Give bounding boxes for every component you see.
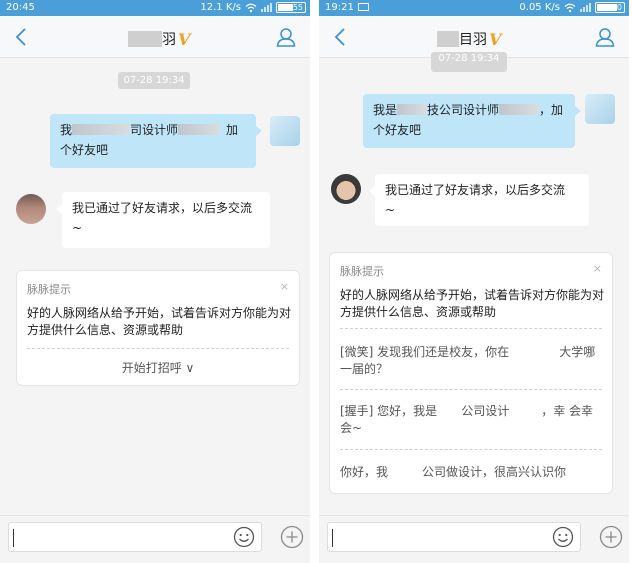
divider bbox=[340, 449, 602, 450]
input-bar bbox=[319, 515, 629, 557]
suggestion-item[interactable]: 你好，我 公司做设计，很高兴认识你 bbox=[340, 464, 602, 481]
plus-circle-icon[interactable] bbox=[280, 525, 304, 549]
back-chevron-icon[interactable] bbox=[333, 27, 347, 47]
battery-icon: 70 bbox=[595, 2, 625, 13]
maimai-tip-card: 脉脉提示 × 好的人脉网络从给予开始，试着告诉对方你能为对 方提供什么信息、资源… bbox=[329, 252, 613, 494]
divider bbox=[340, 328, 602, 329]
start-greeting-button[interactable]: 开始打招呼 ∨ bbox=[17, 359, 299, 376]
maimai-tip-card: 脉脉提示 × 好的人脉网络从给予开始，试着告诉对方你能为对 方提供什么信息、资源… bbox=[16, 270, 300, 386]
tip-header: 脉脉提示 bbox=[27, 283, 71, 296]
divider bbox=[340, 389, 602, 390]
status-time: 19:21 bbox=[325, 2, 369, 13]
contact-name: 目羽 V bbox=[437, 29, 501, 49]
message-timestamp: 07-28 19:34 bbox=[118, 72, 190, 89]
contact-avatar[interactable] bbox=[16, 194, 46, 224]
text-caret bbox=[332, 529, 333, 547]
user-profile-icon[interactable] bbox=[276, 27, 296, 47]
left-phone-screen: 20:45 12.1 K/s 55 羽 V 07-28 19:34 我司设计师加… bbox=[0, 0, 310, 563]
my-avatar[interactable] bbox=[270, 116, 300, 146]
tip-close-icon[interactable]: × bbox=[593, 262, 602, 275]
tip-close-icon[interactable]: × bbox=[280, 280, 289, 293]
plus-circle-icon[interactable] bbox=[599, 525, 623, 549]
battery-icon: 55 bbox=[276, 2, 306, 13]
suggestion-item[interactable]: [微笑] 发现我们还是校友，你在 大学哪 一届的？ bbox=[340, 344, 602, 378]
tip-body: 好的人脉网络从给予开始，试着告诉对方你能为对 方提供什么信息、资源或帮助 bbox=[340, 288, 605, 319]
signal-icon bbox=[261, 3, 272, 12]
network-speed: 12.1 K/s bbox=[200, 2, 241, 13]
contact-name: 羽 V bbox=[128, 29, 190, 49]
user-profile-icon[interactable] bbox=[595, 27, 615, 47]
received-message-bubble[interactable]: 我已通过了好友请求，以后多交流 ~ bbox=[56, 192, 270, 248]
input-bar bbox=[0, 515, 310, 557]
network-speed: 0.05 K/s bbox=[519, 2, 560, 13]
received-message-bubble[interactable]: 我已通过了好友请求，以后多交流 ~ bbox=[369, 174, 589, 226]
emoji-smile-icon[interactable] bbox=[552, 526, 574, 548]
wifi-icon bbox=[245, 3, 257, 12]
right-phone-screen: 19:21 0.05 K/s 70 目羽 V 07-28 19:34 我是 技公司… bbox=[319, 0, 629, 563]
status-bar: 20:45 12.1 K/s 55 bbox=[0, 0, 310, 16]
signal-icon bbox=[580, 3, 591, 12]
verified-v-badge: V bbox=[178, 29, 191, 49]
status-time: 20:45 bbox=[6, 2, 35, 13]
wifi-icon bbox=[564, 3, 576, 12]
verified-v-badge: V bbox=[489, 29, 502, 49]
sent-message-bubble[interactable]: 我是 技公司设计师 ，加 个好友吧 bbox=[363, 94, 581, 148]
message-input[interactable] bbox=[8, 522, 262, 552]
suggestion-item[interactable]: [握手] 您好，我是 公司设计 ，幸 会幸会~ bbox=[340, 403, 602, 437]
tip-body: 好的人脉网络从给予开始，试着告诉对方你能为对 方提供什么信息、资源或帮助 bbox=[27, 306, 292, 337]
status-bar: 19:21 0.05 K/s 70 bbox=[319, 0, 629, 16]
redacted-name bbox=[437, 31, 459, 47]
message-timestamp: 07-28 19:34 bbox=[431, 52, 507, 72]
divider bbox=[27, 348, 289, 349]
emoji-smile-icon[interactable] bbox=[233, 526, 255, 548]
chat-title-bar: 羽 V bbox=[0, 16, 310, 58]
my-avatar[interactable] bbox=[585, 94, 615, 124]
back-chevron-icon[interactable] bbox=[14, 27, 28, 47]
text-caret bbox=[13, 529, 14, 547]
redacted-name bbox=[128, 31, 162, 47]
message-notification-icon bbox=[357, 3, 369, 11]
contact-avatar[interactable] bbox=[331, 174, 361, 204]
tip-header: 脉脉提示 bbox=[340, 265, 384, 278]
sent-message-bubble[interactable]: 我司设计师加 个好友吧 bbox=[50, 114, 262, 168]
message-input[interactable] bbox=[327, 522, 581, 552]
